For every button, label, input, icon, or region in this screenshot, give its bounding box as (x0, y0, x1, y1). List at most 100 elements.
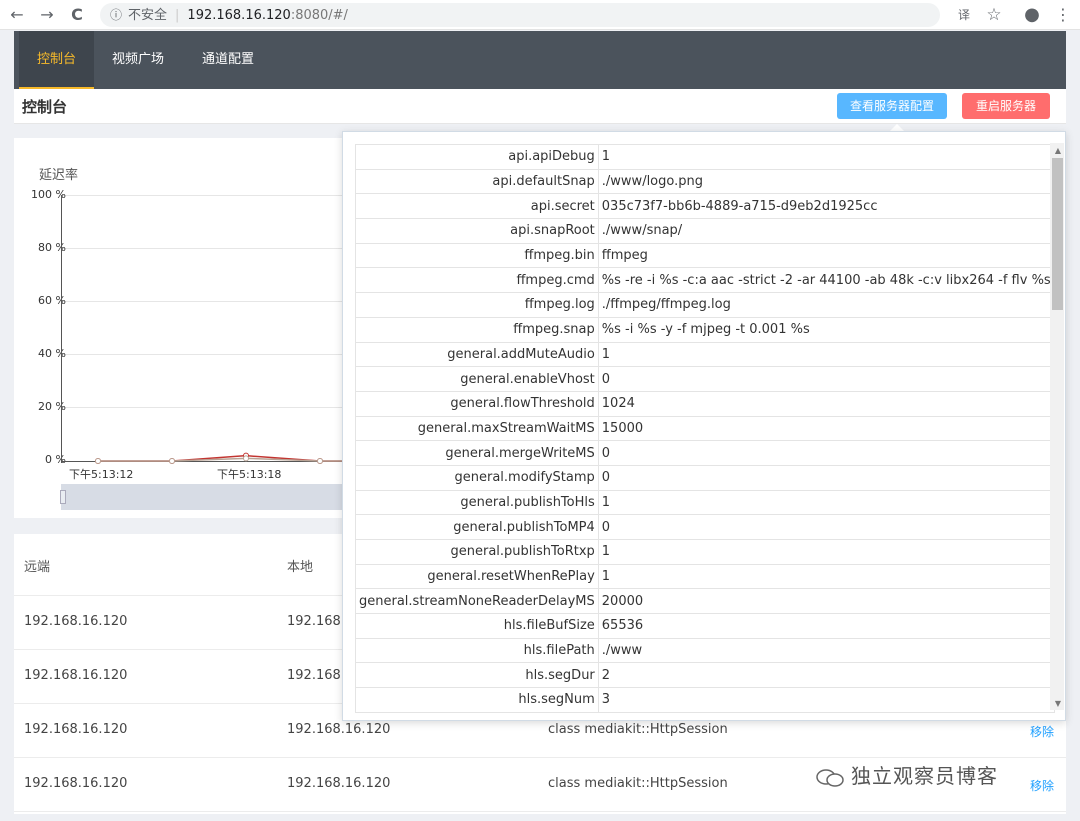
popover-arrow (890, 124, 904, 131)
config-scrollbar-thumb[interactable] (1052, 158, 1063, 310)
config-row: ffmpeg.cmd %s -re -i %s -c:a aac -strict … (355, 267, 1055, 294)
config-row: general.publishToHls 1 (355, 489, 1055, 516)
config-row: ffmpeg.bin ffmpeg (355, 242, 1055, 269)
config-value: %s -re -i %s -c:a aac -strict -2 -ar 441… (597, 267, 1055, 294)
remove-link[interactable]: 移除 (1030, 723, 1054, 740)
config-key: hls.fileBufSize (355, 613, 599, 639)
data-zoom-handle[interactable] (60, 490, 66, 504)
config-key: general.maxStreamWaitMS (355, 415, 599, 442)
config-value: 65536 (597, 613, 1055, 639)
local-cell: 192.168. (287, 614, 345, 629)
tab-channel-config[interactable]: 通道配置 (184, 31, 272, 89)
config-key: general.resetWhenRePlay (355, 563, 599, 590)
config-row: hls.segNum 3 (355, 687, 1055, 713)
wechat-icon (816, 768, 844, 787)
account-icon[interactable]: ● (1021, 4, 1043, 26)
config-key: general.mergeWriteMS (355, 440, 599, 466)
tab-console[interactable]: 控制台 (19, 31, 95, 89)
forward-icon[interactable]: → (36, 4, 58, 26)
config-row: general.mergeWriteMS 0 (355, 440, 1055, 466)
restart-server-button[interactable]: 重启服务器 (962, 93, 1050, 119)
config-key: api.secret (355, 193, 599, 220)
local-cell: 192.168. (287, 668, 345, 683)
config-row: api.secret 035c73f7-bb6b-4889-a715-d9eb2d… (355, 193, 1055, 220)
menu-icon[interactable]: ⋮ (1052, 4, 1074, 26)
remote-cell: 192.168.16.120 (24, 722, 128, 737)
config-value: ./ffmpeg/ffmpeg.log (597, 292, 1055, 318)
config-key: hls.segDur (355, 662, 599, 689)
server-config-popover: api.apiDebug 1 api.defaultSnap ./www/logo.p… (342, 131, 1066, 721)
local-cell: 192.168.16.120 (287, 776, 391, 791)
config-row: hls.filePath ./www (355, 637, 1055, 664)
config-value: ./www/snap/ (597, 218, 1055, 244)
config-value: 1 (597, 539, 1055, 565)
config-key: general.modifyStamp (355, 464, 599, 491)
config-value: 15000 (597, 415, 1055, 442)
page-header: 控制台 查看服务器配置 重启服务器 (14, 89, 1066, 124)
column-header-remote: 远端 (24, 560, 51, 575)
config-value: %s -i %s -y -f mjpeg -t 0.001 %s (597, 316, 1055, 343)
config-key: general.addMuteAudio (355, 341, 599, 368)
config-row: general.maxStreamWaitMS 15000 (355, 415, 1055, 442)
local-cell: 192.168.16.120 (287, 722, 391, 737)
config-row: api.snapRoot ./www/snap/ (355, 218, 1055, 244)
config-row: hls.fileBufSize 65536 (355, 613, 1055, 639)
config-row: general.addMuteAudio 1 (355, 341, 1055, 368)
config-row: general.modifyStamp 0 (355, 464, 1055, 491)
config-key: general.streamNoneReaderDelayMS (355, 588, 599, 615)
config-value: 1 (597, 489, 1055, 516)
tab-video-square[interactable]: 视频广场 (94, 31, 182, 89)
star-icon[interactable]: ☆ (983, 4, 1005, 26)
config-key: general.publishToHls (355, 489, 599, 516)
config-value: 1 (597, 563, 1055, 590)
translate-icon[interactable]: 译 (953, 4, 975, 26)
config-value: 20000 (597, 588, 1055, 615)
info-icon[interactable]: ⓘ (110, 8, 122, 22)
watermark-text: 独立观察员博客 (851, 764, 998, 788)
watermark: 独立观察员博客 (815, 760, 998, 789)
config-value: 0 (597, 366, 1055, 392)
config-table: api.apiDebug 1 api.defaultSnap ./www/logo.p… (355, 144, 1055, 713)
config-row: general.publishToMP4 0 (355, 514, 1055, 540)
config-row: general.enableVhost 0 (355, 366, 1055, 392)
config-key: ffmpeg.bin (355, 242, 599, 269)
remove-link[interactable]: 移除 (1030, 777, 1054, 794)
scroll-down-icon[interactable]: ▼ (1053, 699, 1063, 708)
config-key: general.publishToRtxp (355, 539, 599, 565)
reload-icon[interactable]: C (66, 4, 88, 26)
class-cell: class mediakit::HttpSession (548, 776, 728, 791)
config-row: api.apiDebug 1 (355, 144, 1055, 170)
column-header-local: 本地 (287, 560, 314, 575)
app-nav: 控制台 视频广场 通道配置 (14, 31, 1066, 89)
config-value: 3 (597, 687, 1055, 713)
config-key: general.enableVhost (355, 366, 599, 392)
config-key: api.defaultSnap (355, 168, 599, 195)
config-value: 0 (597, 514, 1055, 540)
config-row: ffmpeg.log ./ffmpeg/ffmpeg.log (355, 292, 1055, 318)
view-config-button[interactable]: 查看服务器配置 (837, 93, 947, 119)
browser-toolbar: ← → C ⓘ 不安全 | 192.168.16.120:8080/#/ 译 ☆ ● … (0, 0, 1080, 30)
insecure-label: 不安全 (128, 8, 168, 23)
config-value: 1024 (597, 390, 1055, 417)
config-value: 0 (597, 440, 1055, 466)
url-host: 192.168.16.120 (187, 8, 291, 23)
url-rest: :8080/#/ (290, 8, 348, 23)
class-cell: class mediakit::HttpSession (548, 722, 728, 737)
config-row: ffmpeg.snap %s -i %s -y -f mjpeg -t 0.001… (355, 316, 1055, 343)
config-key: api.apiDebug (355, 144, 599, 170)
config-row: general.publishToRtxp 1 (355, 539, 1055, 565)
config-value: ./www/logo.png (597, 168, 1055, 195)
remote-cell: 192.168.16.120 (24, 776, 128, 791)
config-key: ffmpeg.snap (355, 316, 599, 343)
back-icon[interactable]: ← (6, 4, 28, 26)
config-value: 035c73f7-bb6b-4889-a715-d9eb2d1925cc (597, 193, 1055, 220)
scroll-up-icon[interactable]: ▲ (1053, 146, 1063, 155)
config-row: general.resetWhenRePlay 1 (355, 563, 1055, 590)
config-key: api.snapRoot (355, 218, 599, 244)
config-row: hls.segDur 2 (355, 662, 1055, 689)
address-bar[interactable]: ⓘ 不安全 | 192.168.16.120:8080/#/ (100, 3, 940, 27)
data-point (317, 458, 323, 464)
config-row: api.defaultSnap ./www/logo.png (355, 168, 1055, 195)
config-row: general.flowThreshold 1024 (355, 390, 1055, 417)
config-value: 1 (597, 341, 1055, 368)
